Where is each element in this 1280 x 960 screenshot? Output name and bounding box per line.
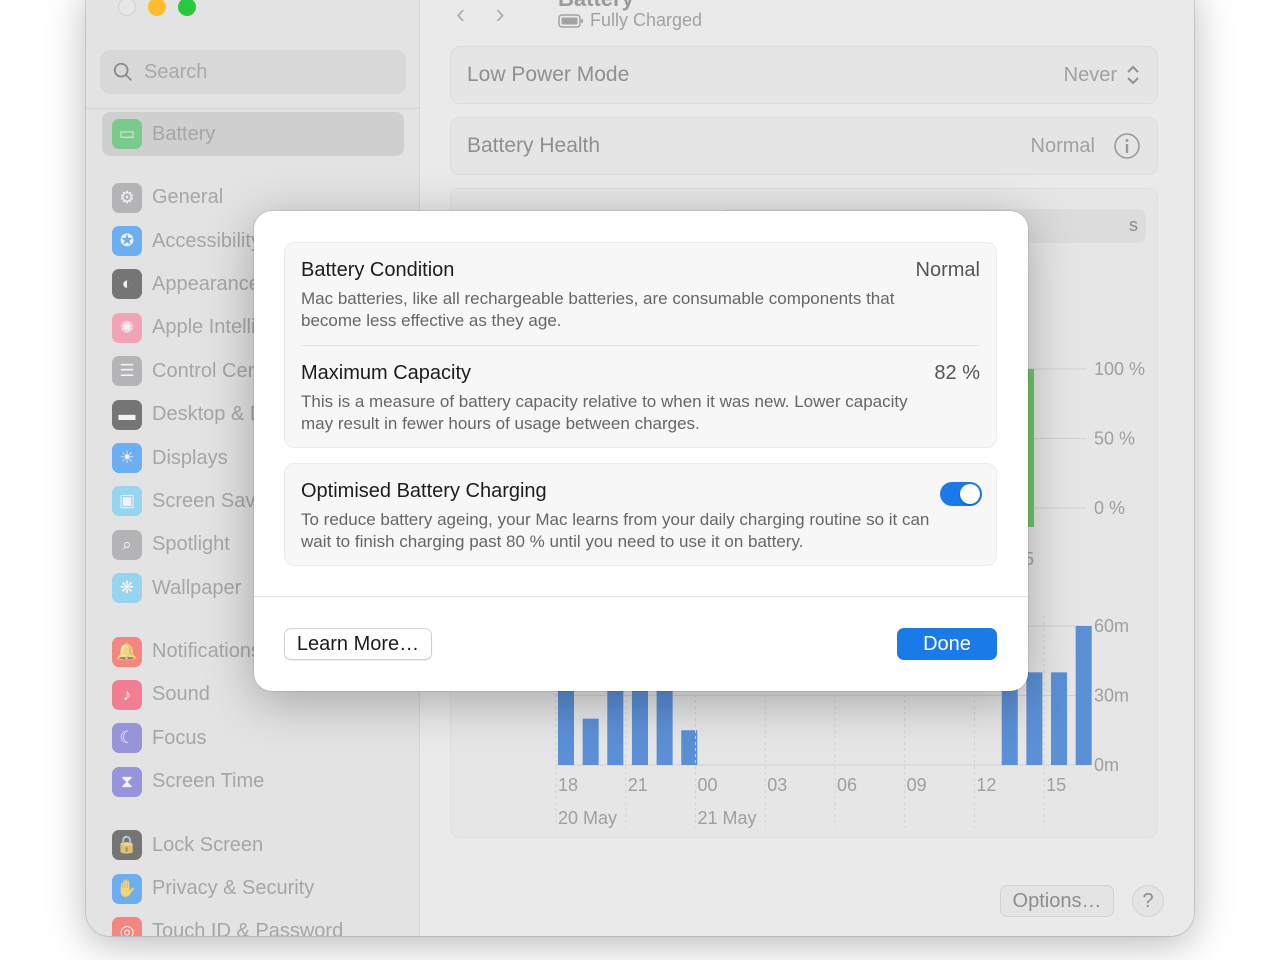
usage-bar xyxy=(1051,672,1068,765)
sidebar-item-focus[interactable]: ☾ Focus xyxy=(102,717,404,760)
maximum-capacity-value: 82 % xyxy=(934,362,980,384)
optimised-charging-group: Optimised Battery Charging To reduce bat… xyxy=(284,463,997,566)
learn-more-button[interactable]: Learn More… xyxy=(284,628,432,660)
y-tick-label: 50 % xyxy=(1094,429,1135,449)
close-window-button[interactable] xyxy=(118,0,136,16)
sidebar-item-privacy-security[interactable]: ✋ Privacy & Security xyxy=(102,867,404,910)
optimised-charging-toggle[interactable] xyxy=(940,482,982,506)
y-tick-label: 30m xyxy=(1094,686,1129,706)
y-tick-label: 60m xyxy=(1094,616,1129,636)
toggle-knob xyxy=(960,484,980,504)
focus-icon: ☾ xyxy=(112,723,142,754)
y-tick-label: 0 % xyxy=(1094,498,1125,518)
screen-time-icon: ⧗ xyxy=(112,766,142,797)
usage-bar xyxy=(681,730,698,765)
maximum-capacity-description: This is a measure of battery capacity re… xyxy=(301,392,908,433)
search-input[interactable] xyxy=(144,60,394,84)
x-tick-label: 21 xyxy=(628,775,648,795)
desktop-dock-icon: ▬ xyxy=(112,399,142,430)
sidebar-item-label: Appearance xyxy=(152,272,260,295)
battery-condition-title: Battery Condition xyxy=(301,259,455,281)
sidebar-item-label: Lock Screen xyxy=(152,833,264,856)
wallpaper-icon: ❋ xyxy=(112,573,142,604)
battery-icon: ▭ xyxy=(112,119,142,149)
window-controls xyxy=(118,0,196,16)
battery-condition-value: Normal xyxy=(915,259,980,281)
maximum-capacity-item: Maximum Capacity 82 % This is a measure … xyxy=(301,362,980,435)
options-button[interactable]: Options… xyxy=(1000,885,1114,917)
spotlight-icon: ⌕ xyxy=(112,529,142,560)
group-separator xyxy=(301,345,980,346)
x-tick-label: 18 xyxy=(558,775,578,795)
usage-bar xyxy=(1026,672,1043,765)
usage-bar xyxy=(582,718,599,765)
x-tick-label: 12 xyxy=(976,775,996,795)
sidebar-item-label: Sound xyxy=(152,683,210,706)
sidebar-item-label: Accessibility xyxy=(152,229,261,252)
y-tick-label: 100 % xyxy=(1094,359,1145,379)
sidebar-divider xyxy=(86,108,419,109)
optimised-charging-item: Optimised Battery Charging To reduce bat… xyxy=(301,480,980,553)
lock-icon: 🔒 xyxy=(112,830,142,861)
sidebar-item-touch-id-password[interactable]: ◎ Touch ID & Password xyxy=(102,910,404,936)
sidebar-item-label: Touch ID & Password xyxy=(152,920,344,936)
optimised-charging-title: Optimised Battery Charging xyxy=(301,480,547,502)
x-tick-label: 15 xyxy=(1046,775,1066,795)
y-tick-label: 0m xyxy=(1094,755,1119,775)
battery-health-sheet: Battery Condition Normal Mac batteries, … xyxy=(254,211,1028,691)
sidebar-item-label: Notifications xyxy=(152,640,261,663)
x-tick-label: 09 xyxy=(907,775,927,795)
sidebar-item-battery[interactable]: ▭ Battery xyxy=(102,112,404,156)
sidebar-item-label: Battery xyxy=(152,122,216,145)
fingerprint-icon: ◎ xyxy=(112,916,142,936)
search-field[interactable] xyxy=(100,50,406,94)
maximum-capacity-title: Maximum Capacity xyxy=(301,362,472,384)
search-icon xyxy=(113,62,132,81)
sidebar-item-screen-time[interactable]: ⧗ Screen Time xyxy=(102,760,404,803)
screen-saver-icon: ▣ xyxy=(112,486,142,517)
control-centre-icon: ☰ xyxy=(112,356,142,387)
done-button[interactable]: Done xyxy=(897,628,997,660)
sidebar-item-label: Focus xyxy=(152,726,207,749)
sidebar-item-label: Wallpaper xyxy=(152,576,242,599)
sidebar-item-label: Spotlight xyxy=(152,533,230,556)
appearance-icon: ◐ xyxy=(112,269,142,300)
sidebar-item-label: Displays xyxy=(152,446,228,469)
help-button[interactable]: ? xyxy=(1132,885,1164,917)
x-tick-label: 00 xyxy=(697,775,717,795)
sidebar-item-lock-screen[interactable]: 🔒 Lock Screen xyxy=(102,823,404,866)
sound-icon: ♪ xyxy=(112,679,142,710)
sidebar-item-label: Screen Time xyxy=(152,770,265,793)
battery-level-bar xyxy=(1028,369,1034,527)
usage-bar xyxy=(1075,626,1092,765)
x-tick-label: 06 xyxy=(837,775,857,795)
sidebar-item-label: General xyxy=(152,186,224,209)
gear-icon: ⚙ xyxy=(112,182,142,213)
apple-intelligence-icon: ✺ xyxy=(112,312,142,343)
privacy-hand-icon: ✋ xyxy=(112,873,142,904)
accessibility-icon: ✪ xyxy=(112,226,142,257)
battery-condition-description: Mac batteries, like all rechargeable bat… xyxy=(301,289,895,330)
displays-icon: ☀ xyxy=(112,443,142,474)
minimize-window-button[interactable] xyxy=(148,0,166,16)
battery-condition-item: Battery Condition Normal Mac batteries, … xyxy=(301,259,980,332)
footer-divider xyxy=(254,596,1028,597)
date-label: 20 May xyxy=(558,808,617,828)
notifications-icon: 🔔 xyxy=(112,636,142,667)
optimised-charging-description: To reduce battery ageing, your Mac learn… xyxy=(301,510,930,551)
battery-info-group: Battery Condition Normal Mac batteries, … xyxy=(284,242,997,448)
sidebar-item-label: Privacy & Security xyxy=(152,877,315,900)
zoom-window-button[interactable] xyxy=(178,0,196,16)
date-label: 21 May xyxy=(697,808,756,828)
x-tick-label: 03 xyxy=(767,775,787,795)
